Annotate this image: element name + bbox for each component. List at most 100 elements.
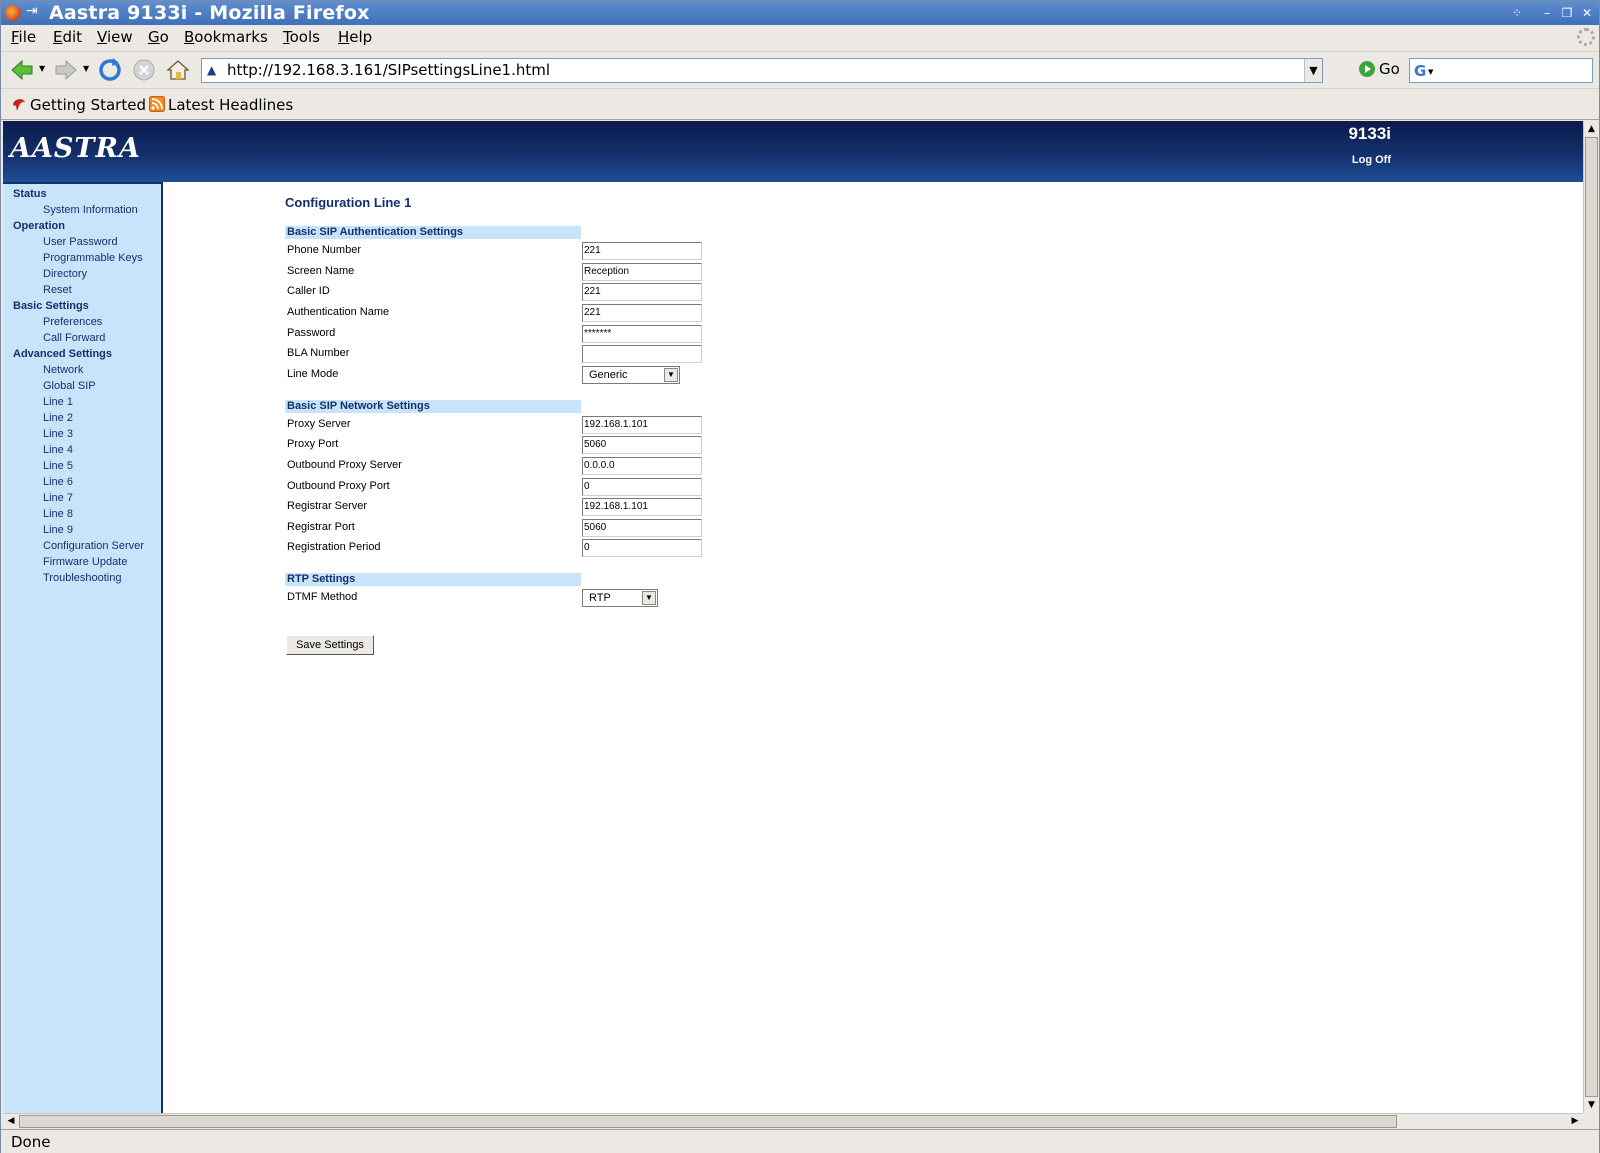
sidebar-item-system-information[interactable]: System Information bbox=[43, 204, 138, 216]
sidebar-item-line-4[interactable]: Line 4 bbox=[43, 444, 73, 456]
bla-number-input[interactable] bbox=[582, 345, 702, 363]
sidebar-item-line-7[interactable]: Line 7 bbox=[43, 492, 73, 504]
home-icon[interactable] bbox=[165, 57, 191, 83]
line-mode-value: Generic bbox=[589, 369, 628, 381]
search-engine-dropdown-icon[interactable]: ▼ bbox=[1428, 68, 1433, 76]
screen-name-input[interactable]: Reception bbox=[582, 263, 702, 281]
sidebar-item-global-sip[interactable]: Global SIP bbox=[43, 380, 96, 392]
menu-go[interactable]: Go bbox=[148, 28, 169, 46]
scroll-up-icon[interactable]: ▲ bbox=[1584, 121, 1599, 137]
pin-icon[interactable]: ⇥ bbox=[26, 3, 38, 19]
menu-tools[interactable]: Tools bbox=[283, 28, 320, 46]
menu-edit[interactable]: Edit bbox=[53, 28, 82, 46]
scroll-left-icon[interactable]: ◀ bbox=[3, 1114, 19, 1129]
back-arrow-icon[interactable] bbox=[9, 57, 35, 83]
window-title: Aastra 9133i - Mozilla Firefox bbox=[49, 2, 370, 24]
chevron-down-icon[interactable]: ▼ bbox=[664, 368, 678, 382]
label-password: Password bbox=[287, 327, 336, 339]
horizontal-scrollbar[interactable]: ◀ ▶ bbox=[3, 1113, 1583, 1129]
section-heading-rtp: RTP Settings bbox=[285, 573, 581, 586]
google-icon[interactable]: G bbox=[1414, 62, 1426, 80]
sidebar-item-reset[interactable]: Reset bbox=[43, 284, 72, 296]
horizontal-scroll-thumb[interactable] bbox=[19, 1115, 1397, 1128]
authentication-name-input[interactable]: 221 bbox=[582, 304, 702, 322]
bookmarks-toolbar: Getting Started Latest Headlines bbox=[1, 88, 1599, 120]
status-text: Done bbox=[11, 1133, 51, 1151]
chevron-down-icon[interactable]: ▼ bbox=[642, 591, 656, 605]
sidebar-item-line-5[interactable]: Line 5 bbox=[43, 460, 73, 472]
sidebar-item-firmware-update[interactable]: Firmware Update bbox=[43, 556, 127, 568]
menu-view[interactable]: View bbox=[97, 28, 133, 46]
sidebar-item-call-forward[interactable]: Call Forward bbox=[43, 332, 105, 344]
sidebar-item-line-8[interactable]: Line 8 bbox=[43, 508, 73, 520]
maximize-icon[interactable]: ❐ bbox=[1559, 5, 1575, 21]
label-registrar-port: Registrar Port bbox=[287, 521, 355, 533]
sidebar-item-preferences[interactable]: Preferences bbox=[43, 316, 102, 328]
label-phone-number: Phone Number bbox=[287, 244, 361, 256]
proxy-port-input[interactable]: 5060 bbox=[582, 436, 702, 454]
dtmf-method-value: RTP bbox=[589, 592, 611, 604]
sidebar-item-line-1[interactable]: Line 1 bbox=[43, 396, 73, 408]
sidebar-nav: Status System Information Operation User… bbox=[3, 182, 163, 1113]
status-bar: Done bbox=[1, 1129, 1599, 1153]
password-input[interactable]: ******* bbox=[582, 325, 702, 343]
title-bar: ⇥ Aastra 9133i - Mozilla Firefox ⁘ – ❐ ✕ bbox=[1, 1, 1599, 25]
registrar-port-input[interactable]: 5060 bbox=[582, 519, 702, 537]
caller-id-input[interactable]: 221 bbox=[582, 283, 702, 301]
url-dropdown-icon[interactable]: ▼ bbox=[1304, 59, 1322, 82]
sidebar-item-line-2[interactable]: Line 2 bbox=[43, 412, 73, 424]
stop-icon[interactable] bbox=[131, 57, 157, 83]
forward-arrow-icon[interactable] bbox=[53, 57, 79, 83]
reload-icon[interactable] bbox=[97, 57, 123, 83]
sidebar-item-directory[interactable]: Directory bbox=[43, 268, 87, 280]
vertical-scrollbar[interactable]: ▲ ▼ bbox=[1583, 121, 1599, 1113]
url-bar[interactable]: ▲ http://192.168.3.161/SIPsettingsLine1.… bbox=[201, 58, 1323, 83]
getting-started-icon bbox=[13, 99, 25, 111]
dtmf-method-select[interactable]: RTP ▼ bbox=[582, 589, 658, 607]
dots-icon: ⁘ bbox=[1511, 6, 1523, 20]
back-dropdown-icon[interactable]: ▼ bbox=[39, 64, 45, 73]
close-icon[interactable]: ✕ bbox=[1579, 5, 1595, 21]
scroll-right-icon[interactable]: ▶ bbox=[1567, 1114, 1583, 1129]
sidebar-heading-status[interactable]: Status bbox=[13, 188, 47, 200]
sidebar-item-network[interactable]: Network bbox=[43, 364, 83, 376]
scroll-down-icon[interactable]: ▼ bbox=[1584, 1097, 1599, 1113]
navigation-toolbar: ▼ ▼ ▲ http://192.168.3.161/SIPsettingsLi… bbox=[1, 51, 1599, 87]
sidebar-heading-basic-settings[interactable]: Basic Settings bbox=[13, 300, 89, 312]
registrar-server-input[interactable]: 192.168.1.101 bbox=[582, 498, 702, 516]
go-button[interactable]: Go bbox=[1359, 60, 1400, 82]
forward-dropdown-icon[interactable]: ▼ bbox=[83, 64, 89, 73]
sidebar-heading-advanced-settings[interactable]: Advanced Settings bbox=[13, 348, 112, 360]
sidebar-item-line-9[interactable]: Line 9 bbox=[43, 524, 73, 536]
label-proxy-server: Proxy Server bbox=[287, 418, 351, 430]
outbound-proxy-server-input[interactable]: 0.0.0.0 bbox=[582, 457, 702, 475]
sidebar-item-user-password[interactable]: User Password bbox=[43, 236, 118, 248]
menu-help[interactable]: Help bbox=[338, 28, 372, 46]
menu-bookmarks[interactable]: Bookmarks bbox=[184, 28, 268, 46]
logoff-link[interactable]: Log Off bbox=[1352, 154, 1391, 166]
label-line-mode: Line Mode bbox=[287, 368, 339, 380]
line-mode-select[interactable]: Generic ▼ bbox=[582, 366, 680, 384]
registration-period-input[interactable]: 0 bbox=[582, 539, 702, 557]
scrollbar-corner bbox=[1583, 1113, 1599, 1129]
outbound-proxy-port-input[interactable]: 0 bbox=[582, 478, 702, 496]
sidebar-item-line-6[interactable]: Line 6 bbox=[43, 476, 73, 488]
proxy-server-input[interactable]: 192.168.1.101 bbox=[582, 416, 702, 434]
minimize-icon[interactable]: – bbox=[1539, 5, 1555, 21]
url-text[interactable]: http://192.168.3.161/SIPsettingsLine1.ht… bbox=[227, 61, 550, 79]
bookmark-latest-headlines[interactable]: Latest Headlines bbox=[149, 96, 293, 114]
sidebar-item-programmable-keys[interactable]: Programmable Keys bbox=[43, 252, 143, 264]
sidebar-item-configuration-server[interactable]: Configuration Server bbox=[43, 540, 144, 552]
search-box[interactable]: G ▼ bbox=[1409, 58, 1593, 83]
aastra-logo: AASTRA bbox=[10, 133, 141, 164]
label-proxy-port: Proxy Port bbox=[287, 438, 339, 450]
save-settings-button[interactable]: Save Settings bbox=[286, 635, 374, 655]
sidebar-item-line-3[interactable]: Line 3 bbox=[43, 428, 73, 440]
phone-number-input[interactable]: 221 bbox=[582, 242, 702, 260]
vertical-scroll-thumb[interactable] bbox=[1585, 137, 1598, 1097]
bookmark-getting-started[interactable]: Getting Started bbox=[11, 96, 146, 114]
sidebar-item-troubleshooting[interactable]: Troubleshooting bbox=[43, 572, 121, 584]
section-heading-network: Basic SIP Network Settings bbox=[285, 400, 581, 413]
menu-file[interactable]: File bbox=[11, 28, 36, 46]
sidebar-heading-operation[interactable]: Operation bbox=[13, 220, 65, 232]
